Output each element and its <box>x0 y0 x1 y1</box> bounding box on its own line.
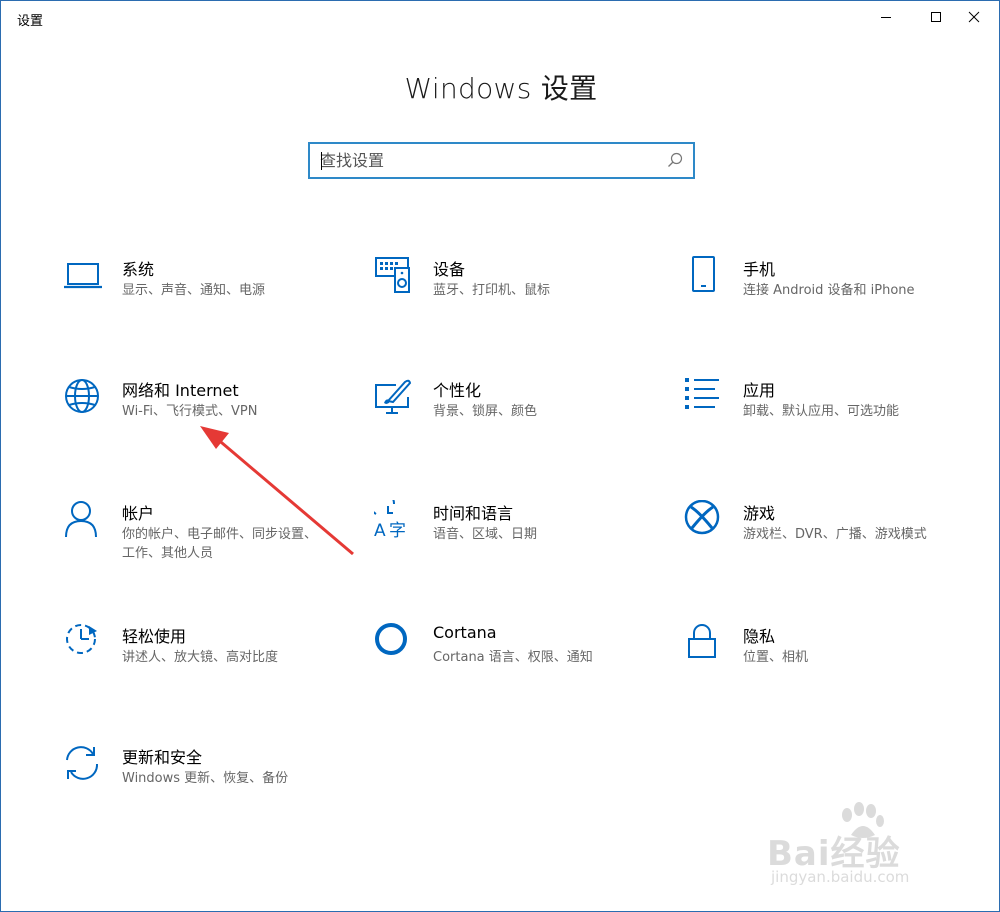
tile-system[interactable]: 系统 显示、声音、通知、电源 <box>63 256 353 346</box>
tile-gaming[interactable]: 游戏 游戏栏、DVR、广播、游戏模式 <box>684 499 974 590</box>
settings-window: 设置 Windows 设置 系统 显示、声音、通知、电源 <box>0 0 1000 912</box>
svg-text:A: A <box>374 521 386 540</box>
tile-subtitle: Cortana 语言、权限、通知 <box>433 650 593 665</box>
search-box[interactable] <box>308 142 695 179</box>
apps-list-icon <box>685 378 719 409</box>
svg-text:字: 字 <box>389 521 406 540</box>
tile-title: 时间和语言 <box>433 504 514 523</box>
cortana-icon <box>375 623 407 655</box>
search-input[interactable] <box>310 144 650 177</box>
ease-of-access-icon <box>66 624 97 654</box>
watermark-url: jingyan.baidu.com <box>771 868 910 886</box>
globe-icon <box>65 379 99 413</box>
tile-title: 隐私 <box>743 627 776 646</box>
tile-subtitle: 显示、声音、通知、电源 <box>122 283 266 298</box>
tile-apps[interactable]: 应用 卸载、默认应用、可选功能 <box>684 377 974 467</box>
tile-title: 个性化 <box>433 381 482 400</box>
watermark: Bai经验 jingyan.baidu.com <box>763 802 963 896</box>
tile-phone[interactable]: 手机 连接 Android 设备和 iPhone <box>684 256 974 346</box>
text-caret <box>321 152 322 170</box>
tile-subtitle: 讲述人、放大镜、高对比度 <box>122 650 279 665</box>
tile-subtitle: 语音、区域、日期 <box>433 527 538 542</box>
tile-devices[interactable]: 设备 蓝牙、打印机、鼠标 <box>374 256 664 346</box>
tile-title: 设备 <box>433 260 466 279</box>
minimize-icon <box>881 17 891 18</box>
phone-icon <box>692 256 715 292</box>
update-icon <box>66 746 99 780</box>
tile-title: 游戏 <box>743 504 776 523</box>
tile-title: Cortana <box>433 623 497 642</box>
tile-title: 网络和 Internet <box>122 381 239 400</box>
tile-subtitle: 背景、锁屏、颜色 <box>433 404 538 419</box>
tile-subtitle: 位置、相机 <box>743 650 809 665</box>
page-title: Windows 设置 <box>404 72 598 105</box>
tile-network[interactable]: 网络和 Internet Wi-Fi、飞行模式、VPN <box>63 377 353 467</box>
lock-icon <box>688 624 716 658</box>
tile-accounts[interactable]: 帐户 你的帐户、电子邮件、同步设置、工作、其他人员 <box>63 500 353 590</box>
tile-time-language[interactable]: A 字 时间和语言 语音、区域、日期 <box>369 490 664 590</box>
tile-subtitle: 蓝牙、打印机、鼠标 <box>433 283 551 298</box>
person-icon <box>65 501 97 538</box>
tile-privacy[interactable]: 隐私 位置、相机 <box>684 623 974 713</box>
maximize-icon <box>931 12 941 22</box>
tile-title: 系统 <box>122 260 155 279</box>
laptop-icon <box>64 263 102 289</box>
tile-personalization[interactable]: 个性化 背景、锁屏、颜色 <box>374 377 664 467</box>
tile-title: 应用 <box>743 381 776 400</box>
tile-title: 轻松使用 <box>122 627 187 646</box>
tile-subtitle: Windows 更新、恢复、备份 <box>122 771 289 786</box>
close-button[interactable] <box>951 1 997 33</box>
tile-subtitle: 连接 Android 设备和 iPhone <box>743 283 915 298</box>
time-language-icon: A 字 <box>369 490 406 541</box>
tile-cortana[interactable]: Cortana Cortana 语言、权限、通知 <box>374 623 664 713</box>
tile-subtitle: 游戏栏、DVR、广播、游戏模式 <box>743 527 927 542</box>
tile-subtitle: Wi-Fi、飞行模式、VPN <box>122 404 258 419</box>
close-icon <box>968 11 980 23</box>
xbox-icon <box>684 499 720 535</box>
tile-update-security[interactable]: 更新和安全 Windows 更新、恢复、备份 <box>63 744 353 834</box>
tile-ease-of-access[interactable]: 轻松使用 讲述人、放大镜、高对比度 <box>63 623 353 713</box>
tile-title: 更新和安全 <box>122 748 203 767</box>
tile-title: 手机 <box>743 260 776 279</box>
tile-title: 帐户 <box>122 504 155 523</box>
personalization-icon <box>375 379 412 414</box>
search-icon[interactable] <box>667 152 683 168</box>
window-title: 设置 <box>17 14 44 29</box>
devices-icon <box>375 257 410 293</box>
minimize-button[interactable] <box>863 1 909 33</box>
tile-subtitle: 你的帐户、电子邮件、同步设置、工作、其他人员 <box>122 527 318 561</box>
tile-subtitle: 卸载、默认应用、可选功能 <box>743 404 900 419</box>
title-bar: 设置 <box>1 1 999 33</box>
